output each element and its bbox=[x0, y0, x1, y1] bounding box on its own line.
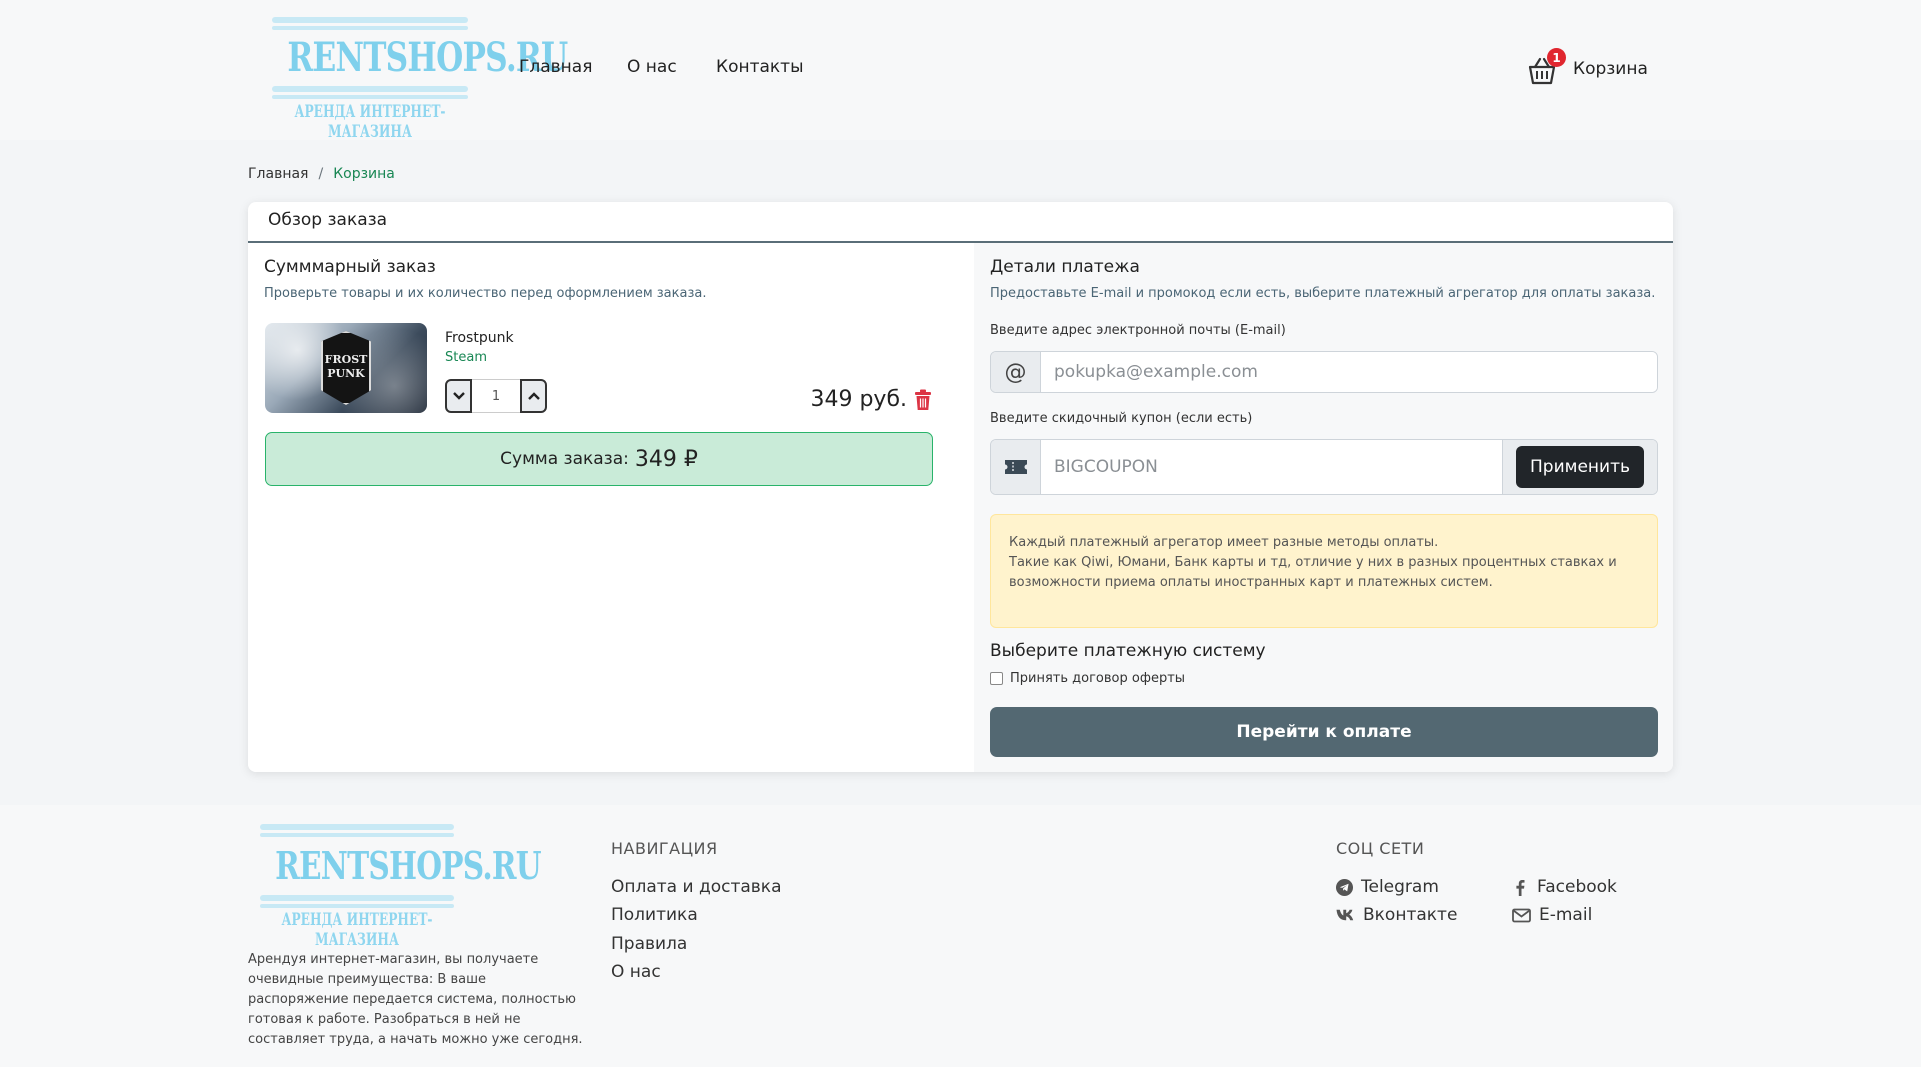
product-price: 349 руб. bbox=[810, 387, 907, 412]
logo-stripe bbox=[272, 17, 468, 23]
quantity-input[interactable] bbox=[472, 379, 520, 413]
card-title: Обзор заказа bbox=[248, 202, 1673, 243]
social-telegram-label: Telegram bbox=[1361, 877, 1439, 897]
logo-stripe bbox=[272, 95, 468, 99]
agree-offer-row: Принять договор оферты bbox=[990, 671, 1185, 686]
footer-link-payment-delivery[interactable]: Оплата и доставка bbox=[611, 877, 781, 897]
footer-nav-heading: НАВИГАЦИЯ bbox=[611, 839, 718, 858]
logo-stripe bbox=[272, 26, 468, 30]
breadcrumb-separator: / bbox=[318, 166, 324, 182]
order-total: Сумма заказа: 349 ₽ bbox=[265, 432, 933, 486]
cart-label: Корзина bbox=[1573, 59, 1648, 79]
footer-link-about[interactable]: О нас bbox=[611, 962, 661, 982]
payment-notice: Каждый платежный агрегатор имеет разные … bbox=[990, 514, 1658, 628]
payment-system-title: Выберите платежную систему bbox=[990, 641, 1266, 661]
logo-stripe bbox=[260, 904, 454, 908]
breadcrumb: Главная / Корзина bbox=[248, 166, 395, 182]
footer-link-policy[interactable]: Политика bbox=[611, 905, 698, 925]
telegram-icon bbox=[1336, 878, 1353, 896]
logo-stripe bbox=[260, 824, 454, 830]
agree-offer-label[interactable]: Принять договор оферты bbox=[1010, 671, 1185, 686]
social-facebook-link[interactable]: Facebook bbox=[1512, 877, 1617, 897]
envelope-icon bbox=[1512, 908, 1531, 922]
apply-coupon-button[interactable]: Применить bbox=[1516, 446, 1644, 488]
facebook-icon bbox=[1516, 879, 1525, 896]
footer-description: Арендуя интернет-магазин, вы получаете о… bbox=[248, 952, 583, 1047]
social-telegram-link[interactable]: Telegram bbox=[1336, 877, 1439, 897]
chevron-down-icon bbox=[452, 392, 465, 400]
notice-line: возможности приема оплаты иностранных ка… bbox=[1009, 575, 1493, 590]
coupon-input[interactable] bbox=[1041, 440, 1502, 494]
total-label: Сумма заказа: bbox=[500, 449, 629, 469]
trash-icon bbox=[915, 389, 931, 410]
product-image: FROST PUNK bbox=[265, 323, 427, 413]
footer-social-heading: СОЦ СЕТИ bbox=[1336, 839, 1425, 858]
basket-icon: 1 bbox=[1527, 48, 1566, 86]
cart-button[interactable]: 1 Корзина bbox=[1527, 48, 1648, 86]
email-label: Введите адрес электронной почты (E-mail) bbox=[990, 323, 1286, 338]
product-image-emblem: FROST PUNK bbox=[321, 331, 371, 405]
nav-about[interactable]: О нас bbox=[627, 57, 677, 77]
logo-brand: RENTSHOPS.RU bbox=[287, 34, 568, 81]
logo-stripe bbox=[260, 833, 454, 837]
quantity-increase-button[interactable] bbox=[520, 379, 547, 413]
nav-home[interactable]: Главная bbox=[519, 57, 592, 77]
footer-logo[interactable]: RENTSHOPS.RU АРЕНДА ИНТЕРНЕТ-МАГАЗИНА bbox=[252, 820, 542, 950]
summary-title: Сумммарный заказ bbox=[264, 257, 436, 277]
social-email-label: E-mail bbox=[1539, 905, 1593, 925]
header-logo[interactable]: RENTSHOPS.RU АРЕНДА ИНТЕРНЕТ-МАГАЗИНА bbox=[264, 14, 568, 142]
proceed-to-payment-button[interactable]: Перейти к оплате bbox=[990, 707, 1658, 757]
email-input-group: @ bbox=[990, 351, 1658, 393]
notice-line: Такие как Qiwi, Юмани, Банк карты и тд, … bbox=[1009, 555, 1617, 570]
logo-subtitle: АРЕНДА ИНТЕРНЕТ-МАГАЗИНА bbox=[294, 102, 446, 142]
product-platform: Steam bbox=[445, 350, 487, 365]
email-input[interactable] bbox=[1041, 352, 1657, 392]
coupon-label: Введите скидочный купон (если есть) bbox=[990, 411, 1253, 426]
quantity-decrease-button[interactable] bbox=[445, 379, 472, 413]
vk-icon bbox=[1336, 909, 1354, 921]
social-vk-label: Вконтакте bbox=[1363, 905, 1458, 925]
chevron-up-icon bbox=[527, 392, 540, 400]
remove-item-button[interactable] bbox=[913, 389, 933, 411]
footer-link-rules[interactable]: Правила bbox=[611, 934, 687, 954]
logo-stripe bbox=[272, 86, 468, 92]
cart-count-badge: 1 bbox=[1547, 48, 1566, 67]
order-summary-column: Сумммарный заказ Проверьте товары и их к… bbox=[248, 243, 974, 772]
notice-line: Каждый платежный агрегатор имеет разные … bbox=[1009, 535, 1439, 550]
at-sign-icon: @ bbox=[991, 352, 1041, 392]
nav-contacts[interactable]: Контакты bbox=[716, 57, 804, 77]
payment-title: Детали платежа bbox=[990, 257, 1140, 277]
logo-brand: RENTSHOPS.RU bbox=[275, 843, 541, 888]
payment-subtitle: Предоставьте E-mail и промокод если есть… bbox=[990, 286, 1656, 301]
agree-offer-checkbox[interactable] bbox=[990, 672, 1003, 685]
social-facebook-label: Facebook bbox=[1537, 877, 1617, 897]
product-name: Frostpunk bbox=[445, 330, 514, 346]
ticket-icon bbox=[991, 440, 1041, 494]
coupon-input-group: Применить bbox=[990, 439, 1658, 495]
social-email-link[interactable]: E-mail bbox=[1512, 905, 1592, 925]
breadcrumb-home[interactable]: Главная bbox=[248, 166, 308, 182]
total-value: 349 ₽ bbox=[634, 446, 698, 472]
quantity-stepper bbox=[445, 379, 547, 413]
breadcrumb-current: Корзина bbox=[333, 166, 395, 182]
summary-subtitle: Проверьте товары и их количество перед о… bbox=[264, 286, 707, 301]
coupon-apply-wrapper: Применить bbox=[1502, 440, 1657, 494]
payment-details-column: Детали платежа Предоставьте E-mail и про… bbox=[974, 243, 1673, 772]
order-review-card: Обзор заказа Сумммарный заказ Проверьте … bbox=[248, 202, 1673, 772]
logo-stripe bbox=[260, 895, 454, 901]
logo-subtitle: АРЕНДА ИНТЕРНЕТ-МАГАЗИНА bbox=[281, 910, 433, 950]
social-vk-link[interactable]: Вконтакте bbox=[1336, 905, 1457, 925]
